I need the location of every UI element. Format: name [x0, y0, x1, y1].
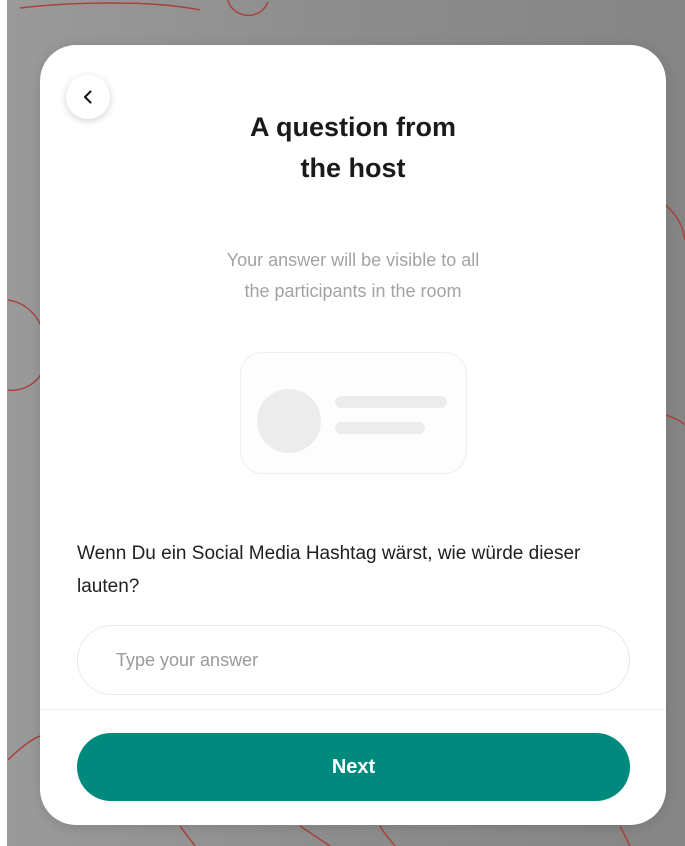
footer-divider — [40, 709, 666, 710]
illustration-avatar-placeholder — [257, 389, 321, 453]
host-question-modal: A question from the host Your answer wil… — [40, 45, 666, 825]
illustration-text-line — [335, 422, 425, 434]
next-button[interactable]: Next — [77, 733, 630, 801]
answer-input[interactable] — [77, 625, 630, 695]
illustration-text-line — [335, 396, 447, 408]
modal-title: A question from the host — [250, 112, 456, 183]
profile-card-illustration — [240, 352, 467, 474]
left-edge-strip — [0, 0, 7, 846]
modal-subtitle: Your answer will be visible to all the p… — [226, 250, 480, 301]
chevron-left-icon — [84, 90, 92, 104]
host-question-text: Wenn Du ein Social Media Hashtag wärst, … — [77, 543, 581, 597]
